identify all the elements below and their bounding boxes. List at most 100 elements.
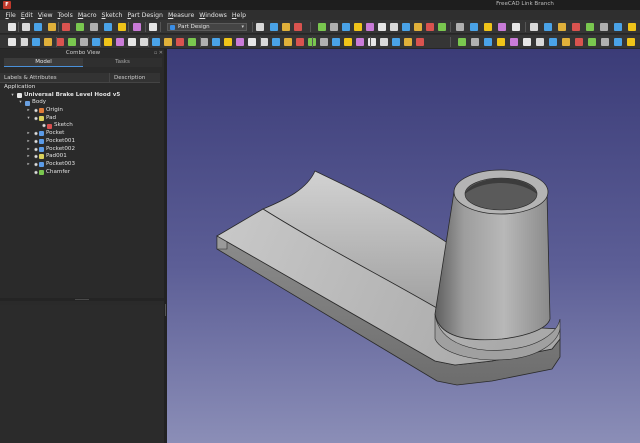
main-tool-icon[interactable]	[34, 23, 42, 31]
expand-right-icon[interactable]: ▸	[26, 161, 31, 169]
expand-right-icon[interactable]: ▸	[26, 107, 31, 115]
menu-item-tools[interactable]: Tools	[55, 10, 75, 20]
tree-item-pocket002[interactable]: ▸ Pocket002	[0, 146, 160, 154]
tree-item-body[interactable]: ▾ Body	[0, 99, 160, 107]
part-design-tool-icon[interactable]	[116, 38, 124, 46]
tree-item-origin[interactable]: ▸ Origin	[0, 107, 160, 115]
part-design-tool-icon[interactable]	[458, 38, 466, 46]
main-tool-icon[interactable]	[544, 23, 552, 31]
main-tool-icon[interactable]	[330, 23, 338, 31]
main-tool-icon[interactable]	[342, 23, 350, 31]
menu-item-help[interactable]: Help	[229, 10, 248, 20]
expand-down-icon[interactable]: ▾	[10, 92, 15, 100]
main-tool-icon[interactable]	[402, 23, 410, 31]
main-tool-icon[interactable]	[558, 23, 566, 31]
3d-model-view[interactable]	[167, 49, 640, 443]
part-design-tool-icon[interactable]	[176, 38, 184, 46]
tab-tasks[interactable]: Tasks	[83, 58, 162, 67]
workbench-selector[interactable]: Part Design ▾	[167, 23, 247, 31]
part-design-tool-icon[interactable]	[164, 38, 172, 46]
part-design-tool-icon[interactable]	[614, 38, 622, 46]
main-tool-icon[interactable]	[318, 23, 326, 31]
main-tool-icon[interactable]	[572, 23, 580, 31]
main-tool-icon[interactable]	[22, 23, 30, 31]
main-tool-icon[interactable]	[456, 23, 464, 31]
part-design-tool-icon[interactable]	[224, 38, 232, 46]
main-tool-icon[interactable]	[104, 23, 112, 31]
main-tool-icon[interactable]	[256, 23, 264, 31]
expand-down-icon[interactable]: ▾	[18, 99, 23, 107]
part-design-tool-icon[interactable]	[588, 38, 596, 46]
tree-item-application[interactable]: Application	[0, 84, 160, 92]
main-tool-icon[interactable]	[470, 23, 478, 31]
part-design-tool-icon[interactable]	[248, 38, 256, 46]
main-tool-icon[interactable]	[294, 23, 302, 31]
panel-splitter[interactable]	[0, 298, 166, 301]
main-tool-icon[interactable]	[133, 23, 141, 31]
part-design-tool-icon[interactable]	[140, 38, 148, 46]
main-tool-icon[interactable]	[426, 23, 434, 31]
part-design-tool-icon[interactable]	[344, 38, 352, 46]
main-tool-icon[interactable]	[378, 23, 386, 31]
part-design-tool-icon[interactable]	[56, 38, 64, 46]
expand-right-icon[interactable]: ▸	[26, 138, 31, 146]
main-tool-icon[interactable]	[530, 23, 538, 31]
expand-right-icon[interactable]: ▸	[26, 130, 31, 138]
tree-item-chamfer[interactable]: Chamfer	[0, 169, 160, 177]
part-design-tool-icon[interactable]	[104, 38, 112, 46]
main-tool-icon[interactable]	[62, 23, 70, 31]
part-design-tool-icon[interactable]	[236, 38, 244, 46]
main-tool-icon[interactable]	[76, 23, 84, 31]
tree-item-pocket001[interactable]: ▸ Pocket001	[0, 138, 160, 146]
3d-viewport[interactable]	[167, 49, 640, 443]
part-design-tool-icon[interactable]	[484, 38, 492, 46]
menu-item-edit[interactable]: Edit	[18, 10, 35, 20]
part-design-tool-icon[interactable]	[32, 38, 40, 46]
main-tool-icon[interactable]	[614, 23, 622, 31]
main-tool-icon[interactable]	[586, 23, 594, 31]
menu-item-view[interactable]: View	[35, 10, 55, 20]
part-design-tool-icon[interactable]	[536, 38, 544, 46]
main-tool-icon[interactable]	[270, 23, 278, 31]
part-design-tool-icon[interactable]	[20, 38, 28, 46]
tree-item-pad[interactable]: ▾ Pad	[0, 115, 160, 123]
part-design-tool-icon[interactable]	[152, 38, 160, 46]
main-tool-icon[interactable]	[512, 23, 520, 31]
part-design-tool-icon[interactable]	[627, 38, 635, 46]
part-design-tool-icon[interactable]	[562, 38, 570, 46]
main-tool-icon[interactable]	[118, 23, 126, 31]
main-tool-icon[interactable]	[390, 23, 398, 31]
part-design-tool-icon[interactable]	[549, 38, 557, 46]
part-design-tool-icon[interactable]	[416, 38, 424, 46]
panel-window-buttons[interactable]: ▫ ✕	[154, 50, 163, 56]
part-design-tool-icon[interactable]	[601, 38, 609, 46]
part-design-tool-icon[interactable]	[128, 38, 136, 46]
part-design-tool-icon[interactable]	[380, 38, 388, 46]
main-tool-icon[interactable]	[282, 23, 290, 31]
main-tool-icon[interactable]	[8, 23, 16, 31]
part-design-tool-icon[interactable]	[404, 38, 412, 46]
column-description[interactable]: Description	[110, 73, 160, 82]
part-design-tool-icon[interactable]	[575, 38, 583, 46]
tree-item-pocket003[interactable]: ▸ Pocket003	[0, 161, 160, 169]
main-tool-icon[interactable]	[438, 23, 446, 31]
part-design-tool-icon[interactable]	[80, 38, 88, 46]
menu-item-part-design[interactable]: Part Design	[125, 10, 166, 20]
part-design-tool-icon[interactable]	[200, 38, 208, 46]
part-design-tool-icon[interactable]	[260, 38, 268, 46]
part-design-tool-icon[interactable]	[332, 38, 340, 46]
part-design-tool-icon[interactable]	[471, 38, 479, 46]
menu-item-file[interactable]: File	[3, 10, 18, 20]
part-design-tool-icon[interactable]	[296, 38, 304, 46]
tree-item-sketch[interactable]: Sketch	[0, 122, 160, 130]
part-design-tool-icon[interactable]	[320, 38, 328, 46]
menu-item-sketch[interactable]: Sketch	[99, 10, 125, 20]
column-labels-attributes[interactable]: Labels & Attributes	[0, 73, 110, 82]
part-design-tool-icon[interactable]	[356, 38, 364, 46]
expand-down-icon[interactable]: ▾	[26, 115, 31, 123]
part-design-tool-icon[interactable]	[497, 38, 505, 46]
tree-item-pocket[interactable]: ▸ Pocket	[0, 130, 160, 138]
main-tool-icon[interactable]	[48, 23, 56, 31]
tree-item-universal-brake-level-hood-v5[interactable]: ▾ Universal Brake Level Hood v5	[0, 92, 160, 100]
main-tool-icon[interactable]	[149, 23, 157, 31]
